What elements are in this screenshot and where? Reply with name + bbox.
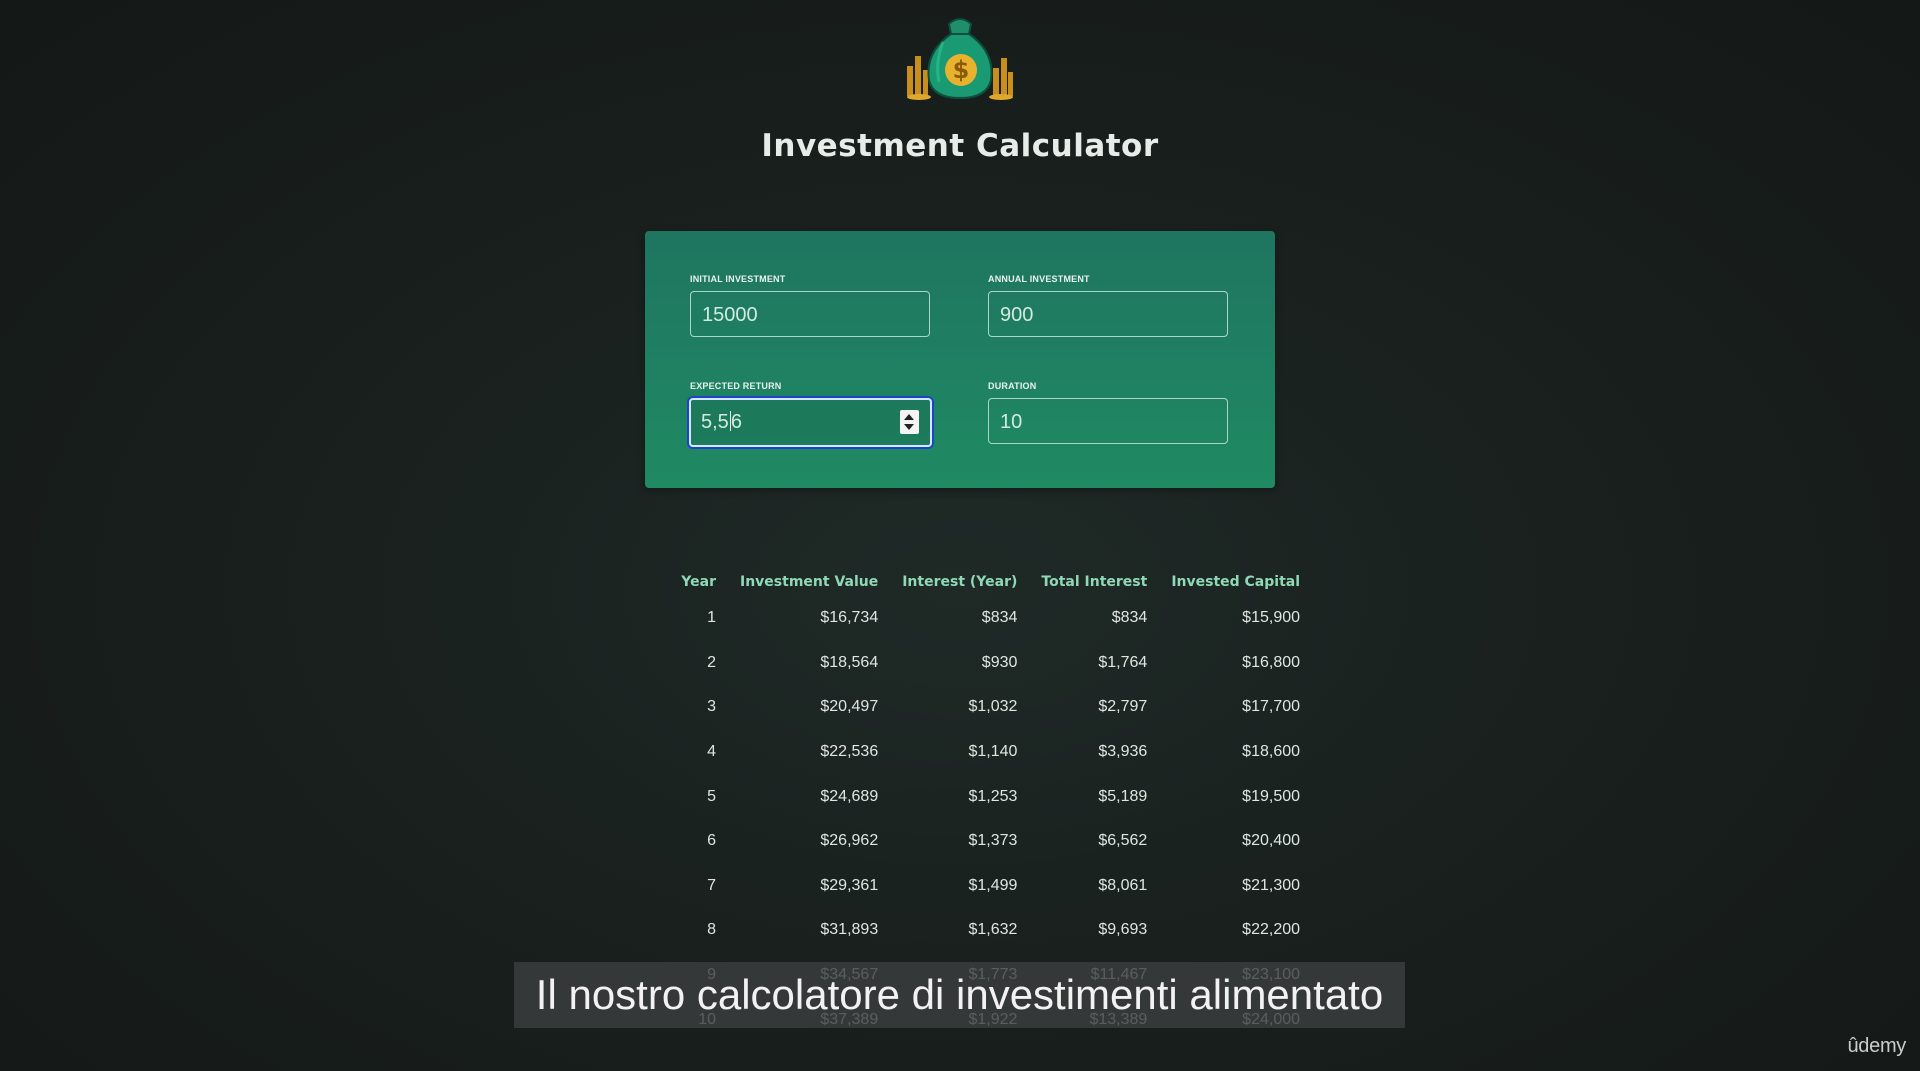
cell-total-interest: $8,061 — [1098, 876, 1148, 894]
cell-total-interest: $5,189 — [1098, 787, 1148, 805]
cell-year: 6 — [707, 832, 716, 850]
cell-interest-year: $1,253 — [968, 787, 1018, 805]
cell-total-interest: $2,797 — [1098, 698, 1148, 716]
header-invested-capital: Invested Capital — [1171, 574, 1301, 590]
cell-interest-year: $930 — [981, 653, 1018, 671]
header-total-interest: Total Interest — [1041, 574, 1148, 590]
cell-total-interest: $6,562 — [1098, 832, 1148, 850]
table-row: 2 $18,564 $930 $1,764 $16,800 — [665, 641, 1312, 686]
initial-investment-input[interactable]: 15000 — [690, 291, 930, 337]
subtitle-text: Il nostro calcolatore di investimenti al… — [535, 971, 1384, 1018]
svg-text:$: $ — [953, 56, 970, 84]
duration-field: DURATION 10 — [988, 381, 1228, 444]
input-panel: INITIAL INVESTMENT 15000 ANNUAL INVESTME… — [645, 231, 1275, 488]
cell-invested-capital: $19,500 — [1242, 787, 1301, 805]
cell-interest-year: $1,373 — [968, 832, 1018, 850]
spin-up-arrow-icon[interactable] — [904, 414, 914, 420]
cell-total-interest: $9,693 — [1098, 921, 1148, 939]
cell-invested-capital: $20,400 — [1242, 832, 1301, 850]
udemy-watermark: ûdemy — [1847, 1035, 1906, 1057]
cell-total-interest: $834 — [1111, 609, 1148, 627]
duration-value: 10 — [1000, 411, 1023, 433]
annual-investment-field: ANNUAL INVESTMENT 900 — [988, 274, 1228, 337]
cell-investment-value: $31,893 — [820, 921, 879, 939]
spin-down-arrow-icon[interactable] — [904, 424, 914, 430]
annual-investment-input[interactable]: 900 — [988, 291, 1228, 337]
header-year: Year — [681, 574, 716, 590]
video-subtitle: Il nostro calcolatore di investimenti al… — [514, 962, 1405, 1028]
table-row: 3 $20,497 $1,032 $2,797 $17,700 — [665, 685, 1312, 730]
table-row: 8 $31,893 $1,632 $9,693 $22,200 — [665, 908, 1312, 953]
cell-total-interest: $1,764 — [1098, 653, 1148, 671]
initial-investment-value: 15000 — [702, 304, 758, 326]
expected-return-label: EXPECTED RETURN — [690, 381, 782, 391]
cell-invested-capital: $22,200 — [1242, 921, 1301, 939]
cell-investment-value: $20,497 — [820, 698, 879, 716]
expected-return-value: 5,5 6 — [701, 411, 742, 433]
initial-investment-label: INITIAL INVESTMENT — [690, 274, 786, 284]
cell-interest-year: $1,032 — [968, 698, 1018, 716]
cell-interest-year: $1,632 — [968, 921, 1018, 939]
annual-investment-value: 900 — [1000, 304, 1034, 326]
table-header-row: Year Investment Value Interest (Year) To… — [665, 568, 1312, 596]
page-title: Investment Calculator — [761, 128, 1159, 164]
annual-investment-label: ANNUAL INVESTMENT — [988, 274, 1090, 284]
cell-year: 4 — [707, 743, 716, 761]
cell-year: 5 — [707, 787, 716, 805]
cell-total-interest: $3,936 — [1098, 743, 1148, 761]
cell-interest-year: $834 — [981, 609, 1018, 627]
cell-invested-capital: $16,800 — [1242, 653, 1301, 671]
cell-year: 8 — [707, 921, 716, 939]
cell-year: 3 — [707, 698, 716, 716]
money-bag-logo-icon: $ — [907, 18, 1013, 100]
duration-label: DURATION — [988, 381, 1037, 391]
number-spinner[interactable] — [900, 410, 919, 434]
cell-interest-year: $1,140 — [968, 743, 1018, 761]
cell-year: 7 — [707, 876, 716, 894]
cell-investment-value: $24,689 — [820, 787, 879, 805]
cell-invested-capital: $17,700 — [1242, 698, 1301, 716]
cell-investment-value: $29,361 — [820, 876, 879, 894]
table-row: 6 $26,962 $1,373 $6,562 $20,400 — [665, 819, 1312, 864]
cell-year: 1 — [707, 609, 716, 627]
cell-investment-value: $18,564 — [820, 653, 879, 671]
duration-input[interactable]: 10 — [988, 398, 1228, 444]
cell-investment-value: $26,962 — [820, 832, 879, 850]
table-row: 7 $29,361 $1,499 $8,061 $21,300 — [665, 864, 1312, 909]
cell-invested-capital: $15,900 — [1242, 609, 1301, 627]
table-row: 1 $16,734 $834 $834 $15,900 — [665, 596, 1312, 641]
cell-interest-year: $1,499 — [968, 876, 1018, 894]
initial-investment-field: INITIAL INVESTMENT 15000 — [690, 274, 930, 337]
header-investment-value: Investment Value — [740, 574, 879, 590]
expected-return-input[interactable]: 5,5 6 — [689, 398, 932, 447]
cell-investment-value: $16,734 — [820, 609, 879, 627]
header-interest-year: Interest (Year) — [902, 574, 1018, 590]
table-row: 5 $24,689 $1,253 $5,189 $19,500 — [665, 774, 1312, 819]
cell-invested-capital: $18,600 — [1242, 743, 1301, 761]
cell-invested-capital: $21,300 — [1242, 876, 1301, 894]
cell-year: 2 — [707, 653, 716, 671]
cell-investment-value: $22,536 — [820, 743, 879, 761]
table-row: 4 $22,536 $1,140 $3,936 $18,600 — [665, 730, 1312, 775]
expected-return-field: EXPECTED RETURN 5,5 6 — [689, 381, 932, 447]
